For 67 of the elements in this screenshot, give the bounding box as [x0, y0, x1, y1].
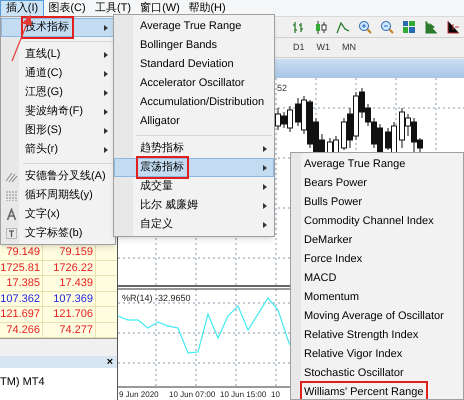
timeframe-button[interactable]: MN [341, 40, 358, 54]
menu-item[interactable]: 震荡指标 [114, 158, 274, 177]
bid-cell: 107.362 [0, 292, 43, 306]
zoom-in-icon[interactable] [356, 18, 374, 36]
menu-bar-item[interactable]: 帮助(H) [184, 0, 230, 16]
menu-bar-item[interactable]: 插入(I) [0, 0, 44, 16]
menu-bar-item[interactable]: 图表(C) [44, 0, 90, 16]
text-label-icon [5, 227, 18, 240]
menu-item[interactable]: 斐波纳奇(F) [1, 102, 115, 121]
bid-cell: 121.697 [0, 307, 43, 322]
ask-cell: 1726.22 [43, 260, 96, 275]
time-axis-label: 9 Jun 2020 [119, 389, 159, 400]
letter-icon [5, 208, 18, 221]
ask-cell: 74.277 [43, 322, 96, 337]
menu-item[interactable]: Standard Deviation [114, 55, 274, 74]
bid-cell: 74.266 [0, 322, 43, 337]
menu-bar-item[interactable]: 工具(T) [90, 0, 136, 16]
menu-item[interactable]: 趋势指标 [114, 139, 274, 158]
close-button[interactable]: × [106, 356, 113, 368]
menu-item[interactable]: 图形(S) [1, 121, 115, 140]
menu-item[interactable]: Accelerator Oscillator [114, 74, 274, 93]
cycle-lines-icon [5, 189, 18, 202]
tile-windows-icon[interactable] [400, 18, 418, 36]
ask-cell: 17.439 [43, 276, 96, 290]
menu-item[interactable]: Alligator [114, 112, 274, 131]
menu-item[interactable]: 箭头(r) [1, 140, 115, 159]
menu-item[interactable]: 通道(C) [1, 64, 115, 83]
menu-item[interactable]: Relative Strength Index [291, 326, 463, 345]
menu-item[interactable]: Force Index [291, 250, 463, 269]
ask-cell: 107.369 [43, 292, 96, 306]
menu-item[interactable]: Bollinger Bands [114, 36, 274, 55]
pitchfork-icon [5, 170, 18, 183]
menu-item[interactable]: Bulls Power [291, 193, 463, 212]
time-axis-label: 10 Jun 07:00 [169, 389, 216, 400]
timeframe-button[interactable]: W1 [316, 40, 332, 54]
timeframe-button[interactable]: D1 [292, 40, 306, 54]
menu-item[interactable]: 直线(L) [1, 45, 115, 64]
menu-bar-item[interactable]: 窗口(W) [136, 0, 184, 16]
time-axis-label: 10 Jun 15:00 [220, 389, 266, 400]
menu-item[interactable]: Average True Range [114, 17, 274, 36]
menu-item[interactable]: Stochastic Oscillator [291, 364, 463, 383]
ask-cell: 121.706 [43, 307, 96, 322]
price-label: 52 [277, 82, 288, 95]
menu-item[interactable]: Relative Vigor Index [291, 345, 463, 364]
menu-item[interactable]: 成交量 [114, 177, 274, 196]
menu-item[interactable]: 自定义 [114, 215, 274, 234]
menu-item[interactable]: 文字标签(b) [1, 224, 115, 243]
menu-item[interactable]: 江恩(G) [1, 83, 115, 102]
menu-item[interactable]: Momentum [291, 288, 463, 307]
menu-item[interactable]: Bears Power [291, 174, 463, 193]
menu-item[interactable]: Average True Range [291, 155, 463, 174]
time-axis-label: 10 [271, 389, 280, 400]
menu-item[interactable]: 循环周期线(y) [1, 186, 115, 205]
zoom-out-icon[interactable] [378, 18, 396, 36]
menu-item[interactable]: 文字(x) [1, 205, 115, 224]
menu-item[interactable]: Commodity Channel Index [291, 212, 463, 231]
menu-item[interactable]: 安德鲁分叉线(A) [1, 167, 115, 186]
menu-item[interactable]: 比尔 威廉姆 [114, 196, 274, 215]
bid-cell: 1725.81 [0, 260, 43, 275]
bid-cell: 17.385 [0, 276, 43, 290]
menu-item[interactable]: DeMarker [291, 231, 463, 250]
menu-item[interactable]: Accumulation/Distribution [114, 93, 274, 112]
menu-item[interactable]: Moving Average of Oscillator [291, 307, 463, 326]
menu-item[interactable]: MACD [291, 269, 463, 288]
indicator-label: %R(14) -32.9650 [122, 292, 191, 305]
terminal-text: TM) MT4 [0, 376, 45, 388]
menu-item[interactable]: Williams' Percent Range [291, 383, 463, 399]
